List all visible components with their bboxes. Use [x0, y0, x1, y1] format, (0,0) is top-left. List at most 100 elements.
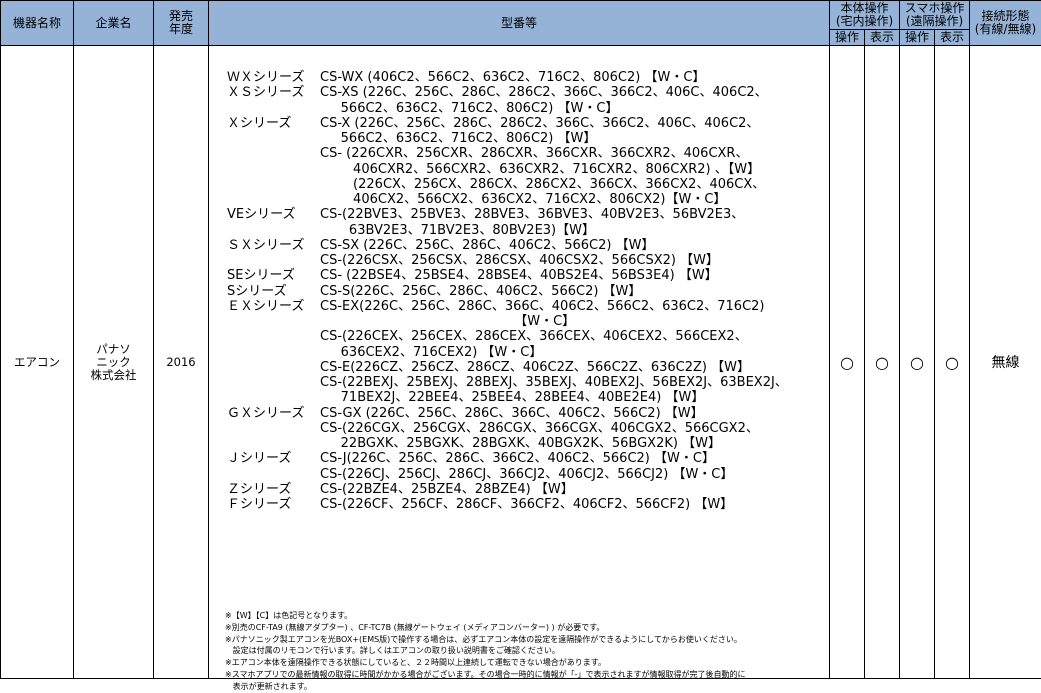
model-line: VEシリーズCS-(22BVE3、25BVE3、28BVE3、36BVE3、40… [227, 207, 788, 222]
header-release-year: 発売 年度 [154, 1, 209, 46]
model-numbers-text: CS-E(226CZ、256CZ、286CZ、406C2Z、566C2Z、636… [320, 360, 750, 375]
model-numbers-text: 63BV2E3、71BV2E3、80BV2E3)【W】 [320, 223, 595, 238]
model-numbers-text: CS-(22BZE4、25BZE4、28BZE4) 【W】 [320, 482, 574, 497]
model-numbers-text: CS-(226CGX、256CGX、286CGX、366CGX、406CGX2、… [320, 421, 759, 436]
model-numbers-text: CS-(226CJ、256CJ、286CJ、366CJ2、406CJ2、566C… [320, 467, 733, 482]
model-line: ＥＸシリーズCS-EX(226C、256C、286C、366C、406C2、56… [227, 299, 788, 314]
model-numbers-text: 【W・C】 [320, 314, 575, 329]
model-line: CS-(226CSX、256CSX、286CSX、406CSX2、566CSX2… [227, 253, 788, 268]
model-numbers-text: CS-XS (226C、256C、286C、286C2、366C、366C2、4… [320, 85, 768, 100]
model-numbers-text: CS-S(226C、256C、286C、406C2、566C2) 【W】 [320, 284, 641, 299]
series-label: ＳＸシリーズ [227, 238, 320, 253]
series-label: ＧＸシリーズ [227, 406, 320, 421]
model-line: ＧＸシリーズCS-GX (226C、256C、286C、366C、406C2、5… [227, 406, 788, 421]
model-line: 566C2、636C2、716C2、806C2) 【W・C】 [227, 101, 788, 116]
model-line: 【W・C】 [227, 314, 788, 329]
footnote-line: ※別売のCF-TA9 (無線アダプター) 、CF-TC7B (無線ゲートウェイ … [225, 622, 746, 634]
model-numbers-text: 71BEX2J、22BEE4、25BEE4、28BEE4、40BE2E4) 【W… [320, 390, 704, 405]
table-row: エアコン パナソ ニック 株式会社 2016 ＷＸシリーズCS-WX (406C… [1, 46, 1041, 679]
model-line: 22BGXK、25BGXK、28BGXK、40BGX2K、56BGX2K) 【W… [227, 436, 788, 451]
model-line: 406CX2、566CX2、636CX2、716CX2、806CX2)【W・C】 [227, 192, 788, 207]
series-label: ＥＸシリーズ [227, 299, 320, 314]
header-phone-operate: 操作 [900, 30, 935, 46]
model-numbers-text: CS-(226CF、256CF、286CF、366CF2、406CF2、566C… [320, 497, 733, 512]
footnote-line: ※スマホアプリでの最新情報の取得に時間がかかる場合がございます。その場合一時的に… [225, 669, 746, 681]
footnote-line: 設定は付属のリモコンで行います。詳しくはエアコンの取り扱い説明書をご確認ください… [225, 645, 746, 657]
header-row-top: 機器名称 企業名 発売 年度 型番等 本体操作 (宅内操作) スマホ操作 (遠隔… [1, 1, 1041, 30]
model-numbers-text: CS- (22BSE4、25BSE4、28BSE4、40BS2E4、56BS3E… [320, 268, 718, 283]
series-label: ＷＸシリーズ [227, 70, 320, 85]
footnote-line: ※【W】【C】は色記号となります。 [225, 610, 746, 622]
series-label: SEシリーズ [227, 268, 320, 283]
model-line: 636CEX2、716CEX2) 【W・C】 [227, 345, 788, 360]
model-numbers-text: 566C2、636C2、716C2、806C2) 【W・C】 [320, 101, 618, 116]
model-line: ＳＸシリーズCS-SX (226C、256C、286C、406C2、566C2)… [227, 238, 788, 253]
model-line: 566C2、636C2、716C2、806C2) 【W】 [227, 131, 788, 146]
header-company: 企業名 [74, 1, 154, 46]
cell-company: パナソ ニック 株式会社 [74, 46, 154, 679]
model-series-list: ＷＸシリーズCS-WX (406C2、566C2、636C2、716C2、806… [227, 70, 788, 512]
model-line: CS-(226CJ、256CJ、286CJ、366CJ2、406CJ2、566C… [227, 467, 788, 482]
cell-phone-operate: ○ [900, 46, 935, 679]
model-numbers-text: CS-EX(226C、256C、286C、366C、406C2、566C2、63… [320, 299, 765, 314]
model-numbers-text: CS-(22BVE3、25BVE3、28BVE3、36BVE3、40BV2E3、… [320, 207, 744, 222]
series-label: Ｊシリーズ [227, 451, 320, 466]
model-line: ＦシリーズCS-(226CF、256CF、286CF、366CF2、406CF2… [227, 497, 788, 512]
model-line: CS-(22BEXJ、25BEXJ、28BEXJ、35BEXJ、40BEX2J、… [227, 375, 788, 390]
cell-device-name: エアコン [1, 46, 74, 679]
model-line: ＺシリーズCS-(22BZE4、25BZE4、28BZE4) 【W】 [227, 482, 788, 497]
series-label: Ｘシリーズ [227, 116, 320, 131]
model-line: CS- (226CXR、256CXR、286CXR、366CXR、366CXR2… [227, 146, 788, 161]
header-phone-display: 表示 [935, 30, 970, 46]
model-line: CS-(226CGX、256CGX、286CGX、366CGX、406CGX2、… [227, 421, 788, 436]
model-numbers-text: CS-J(226C、256C、286C、366C2、406C2、566C2) 【… [320, 451, 715, 466]
model-line: 63BV2E3、71BV2E3、80BV2E3)【W】 [227, 223, 788, 238]
cell-connection-type: 無線 [970, 46, 1041, 679]
model-numbers-text: CS-SX (226C、256C、286C、406C2、566C2) 【W】 [320, 238, 654, 253]
model-line: (226CX、256CX、286CX、286CX2、366CX、366CX2、4… [227, 177, 788, 192]
model-numbers-text: CS-(226CEX、256CEX、286CEX、366CEX、406CEX2、… [320, 329, 748, 344]
footnote-line: ※パナソニック製エアコンを光BOX+(EMS版)で操作する場合は、必ずエアコン本… [225, 634, 746, 646]
model-numbers-text: CS-(226CSX、256CSX、286CSX、406CSX2、566CSX2… [320, 253, 719, 268]
series-label: VEシリーズ [227, 207, 320, 222]
model-numbers-text: 636CEX2、716CEX2) 【W・C】 [320, 345, 542, 360]
header-device-name: 機器名称 [1, 1, 74, 46]
model-line: ＷＸシリーズCS-WX (406C2、566C2、636C2、716C2、806… [227, 70, 788, 85]
spec-table-sheet: 機器名称 企業名 発売 年度 型番等 本体操作 (宅内操作) スマホ操作 (遠隔… [0, 0, 1041, 679]
model-numbers-text: 406CX2、566CX2、636CX2、716CX2、806CX2)【W・C】 [320, 192, 726, 207]
model-line: ＸシリーズCS-X (226C、256C、286C、286C2、366C、366… [227, 116, 788, 131]
header-model-number: 型番等 [209, 1, 830, 46]
device-spec-table: 機器名称 企業名 発売 年度 型番等 本体操作 (宅内操作) スマホ操作 (遠隔… [0, 0, 1041, 679]
model-numbers-text: 566C2、636C2、716C2、806C2) 【W】 [320, 131, 596, 146]
series-label: Ｆシリーズ [227, 497, 320, 512]
model-numbers-text: 406CXR2、566CXR2、636CXR2、716CXR2、806CXR2)… [320, 162, 760, 177]
model-line: CS-(226CEX、256CEX、286CEX、366CEX、406CEX2、… [227, 329, 788, 344]
cell-model-numbers: ＷＸシリーズCS-WX (406C2、566C2、636C2、716C2、806… [209, 46, 830, 679]
cell-unit-display: ○ [865, 46, 900, 679]
model-line: 71BEX2J、22BEE4、25BEE4、28BEE4、40BE2E4) 【W… [227, 390, 788, 405]
model-line: SEシリーズCS- (22BSE4、25BSE4、28BSE4、40BS2E4、… [227, 268, 788, 283]
footnotes: ※【W】【C】は色記号となります。※別売のCF-TA9 (無線アダプター) 、C… [225, 610, 746, 693]
footnote-line: ※エアコン本体を遠隔操作できる状態にしていると、２２時間以上連続して運転できない… [225, 657, 746, 669]
model-numbers-text: CS- (226CXR、256CXR、286CXR、366CXR、366CXR2… [320, 146, 748, 161]
model-numbers-text: CS-GX (226C、256C、286C、366C、406C2、566C2) … [320, 406, 704, 421]
model-numbers-text: (226CX、256CX、286CX、286CX2、366CX、366CX2、4… [320, 177, 765, 192]
series-label: Ｚシリーズ [227, 482, 320, 497]
model-numbers-text: CS-X (226C、256C、286C、286C2、366C、366C2、40… [320, 116, 759, 131]
model-line: SシリーズCS-S(226C、256C、286C、406C2、566C2) 【W… [227, 284, 788, 299]
cell-release-year: 2016 [154, 46, 209, 679]
model-line: ＸＳシリーズCS-XS (226C、256C、286C、286C2、366C、3… [227, 85, 788, 100]
series-label: Sシリーズ [227, 284, 320, 299]
cell-phone-display: ○ [935, 46, 970, 679]
cell-unit-operate: ○ [830, 46, 865, 679]
header-unit-operate: 操作 [830, 30, 865, 46]
model-line: 406CXR2、566CXR2、636CXR2、716CXR2、806CXR2)… [227, 162, 788, 177]
header-unit-operation: 本体操作 (宅内操作) [830, 1, 900, 30]
header-unit-display: 表示 [865, 30, 900, 46]
model-numbers-text: CS-WX (406C2、566C2、636C2、716C2、806C2) 【W… [320, 70, 705, 85]
header-connection-type: 接続形態 (有線/無線) [970, 1, 1041, 46]
header-smartphone-operation: スマホ操作 (遠隔操作) [900, 1, 970, 30]
footnote-line: 表示が更新されます。 [225, 681, 746, 693]
model-numbers-text: 22BGXK、25BGXK、28BGXK、40BGX2K、56BGX2K) 【W… [320, 436, 721, 451]
model-line: CS-E(226CZ、256CZ、286CZ、406C2Z、566C2Z、636… [227, 360, 788, 375]
